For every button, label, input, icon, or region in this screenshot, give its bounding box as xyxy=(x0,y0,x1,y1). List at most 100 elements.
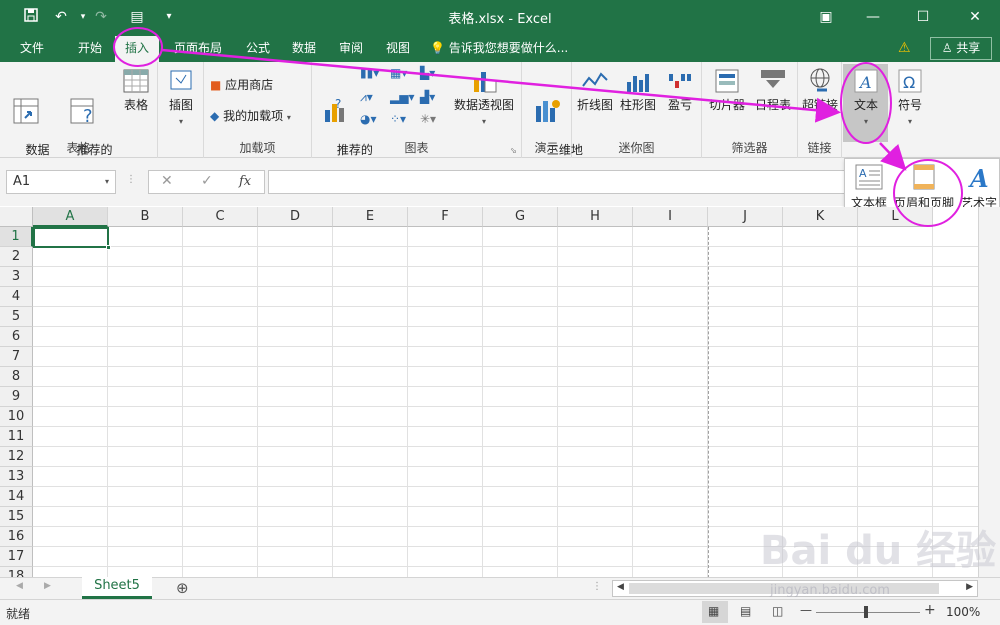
row-header[interactable]: 8 xyxy=(0,367,33,387)
text-label: 文本 xyxy=(853,98,878,112)
waterfall-chart-icon[interactable]: ▙▾ xyxy=(420,64,435,82)
tab-view[interactable]: 视图 xyxy=(378,36,418,62)
pie-chart-icon[interactable]: ◕▾ xyxy=(360,110,377,128)
row-header[interactable]: 3 xyxy=(0,267,33,287)
zoom-level[interactable]: 100% xyxy=(946,605,980,619)
row-header[interactable]: 11 xyxy=(0,427,33,447)
active-cell[interactable] xyxy=(33,227,109,248)
text-button[interactable]: A 文本 ▾ xyxy=(844,66,888,129)
column-header[interactable]: A xyxy=(33,207,108,227)
store-button[interactable]: ■ 应用商店 xyxy=(210,76,273,94)
column-header[interactable]: D xyxy=(258,207,333,227)
row-header[interactable]: 5 xyxy=(0,307,33,327)
tab-page-layout[interactable]: 页面布局 xyxy=(166,36,230,62)
row-header[interactable]: 9 xyxy=(0,387,33,407)
sparkline-line-button[interactable]: 折线图 xyxy=(574,66,616,113)
column-header[interactable]: L xyxy=(858,207,933,227)
fill-handle[interactable] xyxy=(106,245,111,250)
column-header[interactable]: H xyxy=(558,207,633,227)
statistic-chart-icon[interactable]: ▂▅▾ xyxy=(390,88,414,106)
recommended-charts-icon: ? xyxy=(325,97,344,122)
splitter-handle-icon[interactable]: ⋮ xyxy=(592,581,602,592)
column-header[interactable]: C xyxy=(183,207,258,227)
tab-insert[interactable]: 插入 xyxy=(115,36,159,62)
timeline-button[interactable]: 日程表 xyxy=(750,66,796,113)
column-header[interactable]: F xyxy=(408,207,483,227)
slicer-button[interactable]: 切片器 xyxy=(704,66,750,113)
radar-chart-icon[interactable]: ✳▾ xyxy=(420,110,436,128)
hyperlink-button[interactable]: 超链接 xyxy=(800,66,840,113)
combo-chart-icon[interactable]: ▟▾ xyxy=(420,88,435,106)
select-all-button[interactable] xyxy=(0,207,33,227)
row-header[interactable]: 12 xyxy=(0,447,33,467)
svg-text:A: A xyxy=(858,73,872,92)
column-header[interactable]: E xyxy=(333,207,408,227)
zoom-slider[interactable] xyxy=(816,612,920,613)
scroll-right-icon[interactable]: ▶ xyxy=(966,582,973,592)
scroll-left-icon[interactable]: ◀ xyxy=(16,581,23,591)
zoom-slider-thumb[interactable] xyxy=(864,606,868,618)
splitter-handle-icon[interactable]: ⋮ xyxy=(126,174,136,185)
row-header[interactable]: 16 xyxy=(0,527,33,547)
tab-file[interactable]: 文件 xyxy=(10,36,54,62)
add-sheet-icon[interactable]: ⊕ xyxy=(176,579,189,597)
share-button[interactable]: ♙ 共享 xyxy=(930,37,992,60)
column-header[interactable]: G xyxy=(483,207,558,227)
ribbon-display-options-icon[interactable]: ▣ xyxy=(803,4,849,30)
column-header[interactable]: B xyxy=(108,207,183,227)
sparkline-winloss-button[interactable]: 盈亏 xyxy=(660,66,700,113)
column-header[interactable]: J xyxy=(708,207,783,227)
pivot-chart-button[interactable]: 数据透视图 ▾ xyxy=(450,66,518,129)
group-filters-label: 筛选器 xyxy=(731,141,768,155)
formula-input[interactable] xyxy=(268,170,846,194)
close-icon[interactable]: ✕ xyxy=(952,4,998,30)
scatter-chart-icon[interactable]: ⁘▾ xyxy=(390,110,406,128)
enter-icon[interactable]: ✓ xyxy=(201,173,213,189)
table-button[interactable]: 表格 xyxy=(116,66,156,113)
zoom-out-button[interactable]: — xyxy=(800,603,812,617)
scroll-right-icon[interactable]: ▶ xyxy=(44,581,51,591)
row-header[interactable]: 7 xyxy=(0,347,33,367)
row-header[interactable]: 17 xyxy=(0,547,33,567)
dialog-launcher-icon[interactable]: ⬂ xyxy=(510,146,517,155)
tell-me-search[interactable]: 💡 告诉我您想要做什么... xyxy=(430,36,568,60)
gridline-horizontal xyxy=(33,346,978,347)
tab-home[interactable]: 开始 xyxy=(68,36,112,62)
row-header[interactable]: 6 xyxy=(0,327,33,347)
row-header[interactable]: 13 xyxy=(0,467,33,487)
warning-icon[interactable]: ⚠ xyxy=(898,40,916,56)
chevron-down-icon[interactable]: ▾ xyxy=(105,171,109,193)
line-chart-icon[interactable]: ⩘▾ xyxy=(360,88,373,106)
page-layout-view-icon[interactable]: ▤ xyxy=(740,604,751,618)
insert-function-icon[interactable]: fx xyxy=(239,174,251,189)
column-chart-icon[interactable]: ▮▮▾ xyxy=(360,64,379,82)
minimize-icon[interactable]: — xyxy=(850,4,896,30)
tab-review[interactable]: 审阅 xyxy=(331,36,371,62)
row-header[interactable]: 14 xyxy=(0,487,33,507)
row-header[interactable]: 2 xyxy=(0,247,33,267)
header-footer-button[interactable]: 页眉和页脚 xyxy=(891,163,957,211)
globe-map-icon xyxy=(536,100,560,122)
row-header[interactable]: 1 xyxy=(0,227,33,247)
scroll-left-icon[interactable]: ◀ xyxy=(617,582,624,592)
symbols-button[interactable]: Ω 符号 ▾ xyxy=(890,66,930,129)
column-header[interactable]: K xyxy=(783,207,858,227)
wordart-icon: A xyxy=(968,164,989,193)
hierarchy-chart-icon[interactable]: ▦▾ xyxy=(390,64,407,82)
name-box[interactable]: A1 ▾ xyxy=(6,170,116,194)
my-addins-button[interactable]: ◆ 我的加载项 ▾ xyxy=(210,107,291,127)
maximize-icon[interactable]: ☐ xyxy=(900,4,946,30)
row-header[interactable]: 15 xyxy=(0,507,33,527)
zoom-in-button[interactable]: + xyxy=(924,602,936,618)
timeline-icon xyxy=(761,70,785,88)
tab-data[interactable]: 数据 xyxy=(284,36,324,62)
sparkline-column-button[interactable]: 柱形图 xyxy=(616,66,660,113)
cancel-icon[interactable]: ✕ xyxy=(161,173,173,189)
column-header[interactable]: I xyxy=(633,207,708,227)
row-header[interactable]: 10 xyxy=(0,407,33,427)
tab-formulas[interactable]: 公式 xyxy=(238,36,278,62)
page-break-view-icon[interactable]: ◫ xyxy=(772,604,783,618)
sheet-tab-sheet5[interactable]: Sheet5 xyxy=(82,577,152,599)
illustrations-button[interactable]: 插图 ▾ xyxy=(162,66,200,129)
row-header[interactable]: 4 xyxy=(0,287,33,307)
